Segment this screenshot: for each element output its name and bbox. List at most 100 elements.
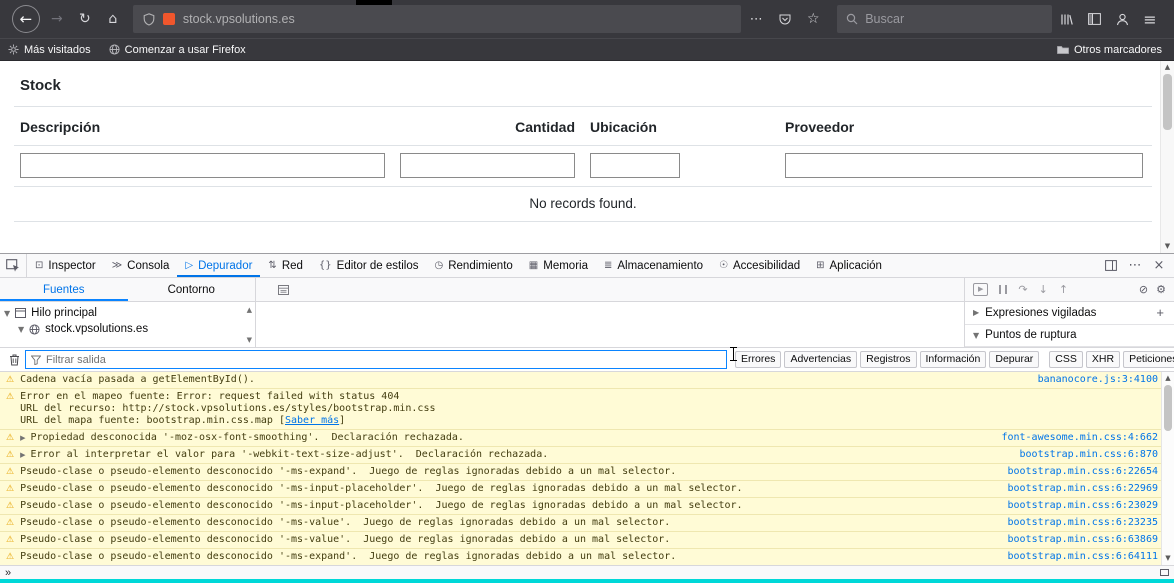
page-actions-icon[interactable]: ⋯ <box>744 7 768 31</box>
add-watch-expression-button[interactable]: + <box>1156 305 1166 320</box>
scroll-down-icon[interactable]: ▼ <box>1165 242 1170 251</box>
tab-inspector[interactable]: ⊡ Inspector <box>27 254 104 277</box>
column-filter-input-proveedor[interactable] <box>785 153 1143 178</box>
bookmark-star-icon[interactable]: ☆ <box>801 7 825 31</box>
disable-breakpoints-icon[interactable]: ⊘ <box>1139 284 1148 295</box>
clear-console-button[interactable] <box>3 349 25 371</box>
search-bar[interactable]: Buscar <box>837 5 1052 33</box>
source-tab-icon[interactable] <box>278 284 289 295</box>
tab-editor-de-estilos[interactable]: {} Editor de estilos <box>311 254 427 277</box>
search-icon <box>846 13 858 25</box>
expand-arrow-icon[interactable]: ▶ <box>20 432 25 444</box>
panel-toggle-icon[interactable] <box>1160 569 1169 576</box>
home-button[interactable]: ⌂ <box>101 7 125 31</box>
panel-expresiones-vigiladas[interactable]: ▶ Expresiones vigiladas + <box>965 302 1174 325</box>
dock-options-icon[interactable] <box>1100 255 1122 277</box>
console-filter-input[interactable]: Filtrar salida <box>25 350 727 369</box>
devtools-panel: ⊡ Inspector ≫ Consola ▷ Depurador ⇅ Red {} Editor… <box>0 253 1174 579</box>
source-location-link[interactable]: bootstrap.min.css:6:22654 <box>1007 466 1158 478</box>
source-location-link[interactable]: bootstrap.min.css:6:23235 <box>1007 517 1158 529</box>
source-location-link[interactable]: bootstrap.min.css:6:63869 <box>1007 534 1158 546</box>
tracking-protection-shield-icon[interactable] <box>143 12 155 26</box>
sidebar-icon[interactable] <box>1082 7 1106 31</box>
filter-button-errores[interactable]: Errores <box>735 351 782 368</box>
console-icon: ≫ <box>111 259 123 271</box>
console-scrollbar[interactable]: ▲ ▼ <box>1161 372 1174 565</box>
debugger-settings-icon[interactable]: ⚙ <box>1156 284 1166 295</box>
column-header-cantidad[interactable]: Cantidad <box>394 107 584 145</box>
console-warning-row: ⚠ Pseudo-clase o pseudo-elemento desconoc… <box>0 481 1174 498</box>
scroll-down-icon[interactable]: ▼ <box>1165 554 1170 563</box>
scrollbar-track[interactable] <box>1162 383 1174 554</box>
pick-element-button[interactable] <box>0 254 27 277</box>
bookmark-label: Comenzar a usar Firefox <box>124 43 246 56</box>
page-scrollbar[interactable]: ▲ ▼ <box>1160 61 1174 253</box>
expand-panes-button[interactable]: » <box>5 567 11 579</box>
source-location-link[interactable]: font-awesome.min.css:4:662 <box>1001 432 1158 444</box>
panel-tab-fuentes[interactable]: Fuentes <box>0 278 128 301</box>
column-filter-input-cantidad[interactable] <box>400 153 575 178</box>
step-in-button[interactable]: ↓ <box>1039 284 1048 295</box>
column-header-proveedor[interactable]: Proveedor <box>779 107 1152 145</box>
source-location-link[interactable]: bootstrap.min.css:6:22969 <box>1007 483 1158 495</box>
filter-button-depurar[interactable]: Depurar <box>989 351 1040 368</box>
column-filter-input-ubicacion[interactable] <box>590 153 680 178</box>
tab-consola[interactable]: ≫ Consola <box>104 254 178 277</box>
filter-button-peticiones[interactable]: Peticiones <box>1123 351 1174 368</box>
message-text: Pseudo-clase o pseudo-elemento desconoci… <box>20 534 671 545</box>
filter-button-registros[interactable]: Registros <box>860 351 917 368</box>
warning-icon: ⚠ <box>6 392 15 402</box>
console-filter-buttons-secondary: CSS XHR Peticiones <box>1049 351 1174 368</box>
column-header-descripcion[interactable]: Descripción <box>14 107 394 145</box>
menu-icon[interactable]: ≡ <box>1138 7 1162 31</box>
scrollbar-track[interactable] <box>1161 72 1174 242</box>
step-out-button[interactable]: ↑ <box>1059 284 1068 295</box>
tab-accesibilidad[interactable]: ☉ Accesibilidad <box>711 254 808 277</box>
source-location-link[interactable]: bootstrap.min.css:6:64111 <box>1007 551 1158 563</box>
tab-label: Aplicación <box>829 259 882 272</box>
step-over-button[interactable]: ↷ <box>1018 284 1027 295</box>
scroll-up-icon[interactable]: ▲ <box>1165 63 1170 72</box>
source-location-link[interactable]: bananocore.js:3:4100 <box>1038 374 1158 386</box>
tree-scroll-up-icon[interactable]: ▲ <box>247 306 252 314</box>
other-bookmarks-button[interactable]: Otros marcadores <box>1057 44 1162 56</box>
tree-scroll-down-icon[interactable]: ▼ <box>247 336 252 344</box>
bookmark-item-comenzar-a-usar-firefox[interactable]: Comenzar a usar Firefox <box>109 44 246 56</box>
filter-button-advertencias[interactable]: Advertencias <box>784 351 858 368</box>
filter-button-css[interactable]: CSS <box>1049 351 1083 368</box>
pause-button[interactable] <box>999 285 1008 294</box>
pocket-icon[interactable] <box>773 7 797 31</box>
forward-button[interactable]: → <box>45 7 69 31</box>
tab-aplicacion[interactable]: ⊞ Aplicación <box>808 254 890 277</box>
filter-button-xhr[interactable]: XHR <box>1085 351 1121 368</box>
close-devtools-icon[interactable]: × <box>1148 255 1170 277</box>
expand-arrow-icon[interactable]: ▶ <box>20 449 25 461</box>
panel-puntos-de-ruptura[interactable]: ▼ Puntos de ruptura <box>965 324 1174 347</box>
back-button[interactable]: ← <box>12 5 40 33</box>
url-bar[interactable]: stock.vpsolutions.es <box>132 5 742 33</box>
tree-item-hilo-principal[interactable]: ▼ Hilo principal <box>4 305 255 321</box>
filter-button-informacion[interactable]: Información <box>919 351 987 368</box>
panel-tab-contorno[interactable]: Contorno <box>128 278 256 301</box>
tab-rendimiento[interactable]: ◷ Rendimiento <box>426 254 520 277</box>
scrollbar-thumb[interactable] <box>1164 385 1172 431</box>
account-icon[interactable] <box>1110 7 1134 31</box>
source-location-link[interactable]: bootstrap.min.css:6:870 <box>1020 449 1158 461</box>
tab-almacenamiento[interactable]: ≣ Almacenamiento <box>596 254 711 277</box>
tab-memoria[interactable]: ▦ Memoria <box>521 254 596 277</box>
library-icon[interactable] <box>1054 7 1078 31</box>
bookmark-item-mas-visitados[interactable]: Más visitados <box>8 44 91 56</box>
source-location-link[interactable]: bootstrap.min.css:6:23029 <box>1007 500 1158 512</box>
scroll-up-icon[interactable]: ▲ <box>1165 374 1170 383</box>
resume-button[interactable]: ▶ <box>973 283 989 296</box>
filter-funnel-icon <box>31 355 41 365</box>
column-filter-input-descripcion[interactable] <box>20 153 385 178</box>
tree-item-stock-vpsolutions-es[interactable]: ▼ stock.vpsolutions.es <box>4 321 255 337</box>
scrollbar-thumb[interactable] <box>1163 74 1172 130</box>
tab-red[interactable]: ⇅ Red <box>260 254 311 277</box>
tab-depurador[interactable]: ▷ Depurador <box>177 254 261 277</box>
reload-button[interactable]: ↻ <box>73 7 97 31</box>
learn-more-link[interactable]: Saber más <box>285 415 339 426</box>
devtools-menu-icon[interactable]: ⋯ <box>1124 255 1146 277</box>
column-header-ubicacion[interactable]: Ubicación <box>584 107 779 145</box>
